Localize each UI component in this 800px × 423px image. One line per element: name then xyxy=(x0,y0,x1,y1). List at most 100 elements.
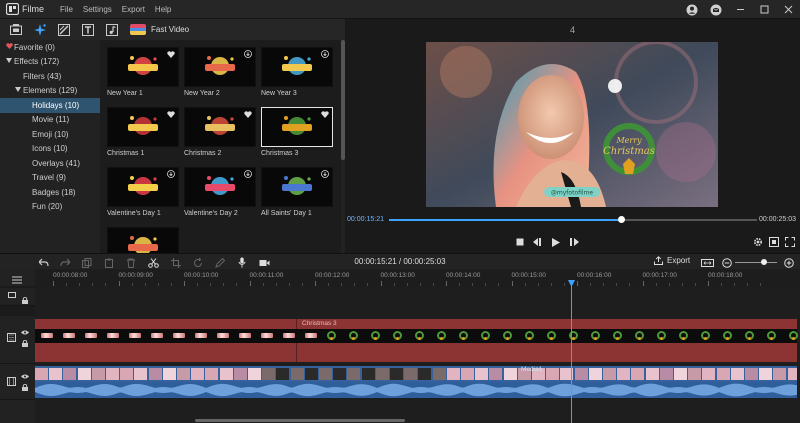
effects-icon[interactable] xyxy=(28,19,52,40)
music-icon[interactable] xyxy=(100,19,124,40)
timeline-zoom-slider[interactable] xyxy=(735,259,777,265)
sidebar-item[interactable]: Effects (172) xyxy=(0,55,100,70)
download-icon[interactable] xyxy=(321,50,329,58)
film-frame xyxy=(603,368,616,380)
film-frame xyxy=(418,368,432,380)
account-icon[interactable] xyxy=(680,0,704,19)
sidebar-item[interactable]: Holidays (10) xyxy=(0,98,100,113)
timeline-ruler[interactable]: 00:00:08:00 00:00:09:00 00:00:10:00 00:00:1… xyxy=(35,269,800,286)
seek-bar[interactable] xyxy=(389,216,757,223)
track-manager-icon[interactable] xyxy=(12,275,22,285)
visibility-eye-icon[interactable] xyxy=(20,327,30,337)
sidebar-item-label: Overlays (41) xyxy=(32,158,81,168)
effect-thumbnail[interactable] xyxy=(107,227,179,253)
download-icon[interactable] xyxy=(321,170,329,178)
effect-frame-wreath xyxy=(415,331,424,340)
menu-help[interactable]: Help xyxy=(155,5,171,14)
effect-clip[interactable]: Christmas 3 xyxy=(35,319,798,362)
sidebar-item[interactable]: Overlays (41) xyxy=(0,156,100,171)
sidebar-item[interactable]: Elements (129) xyxy=(0,84,100,99)
triangle-down-icon[interactable] xyxy=(6,58,14,65)
sidebar-item[interactable]: Favorite (0) xyxy=(0,40,100,55)
timeline-horizontal-scrollbar[interactable] xyxy=(195,419,405,422)
favorite-heart-icon[interactable] xyxy=(167,110,175,118)
download-icon[interactable] xyxy=(244,170,252,178)
sidebar-item-label: Fun (20) xyxy=(32,202,63,212)
sidebar-item-label: Icons (10) xyxy=(32,144,68,154)
zoom-slider-knob[interactable] xyxy=(761,259,767,265)
sidebar-item[interactable]: Icons (10) xyxy=(0,142,100,157)
seek-knob[interactable] xyxy=(617,216,625,223)
sidebar-item[interactable]: Fun (20) xyxy=(0,200,100,215)
fit-timeline-icon[interactable] xyxy=(700,257,714,268)
sidebar-item[interactable]: Filters (43) xyxy=(0,69,100,84)
snapshot-icon[interactable] xyxy=(768,236,780,248)
effect-thumbnail[interactable] xyxy=(184,47,256,87)
mail-icon[interactable] xyxy=(704,0,728,19)
effect-frame-wreath xyxy=(437,331,446,340)
text-icon[interactable] xyxy=(76,19,100,40)
film-frame xyxy=(177,368,190,380)
triangle-down-icon[interactable] xyxy=(15,87,23,94)
fast-video-button[interactable]: Fast Video xyxy=(130,24,189,35)
video-preview[interactable]: Merry Christmas @myfotofilme xyxy=(426,42,718,207)
sidebar-item[interactable]: Emoji (10) xyxy=(0,127,100,142)
minimize-icon[interactable] xyxy=(728,0,752,19)
sidebar-item[interactable]: Movie (11) xyxy=(0,113,100,128)
effect-thumbnail[interactable] xyxy=(107,107,179,147)
menu-export[interactable]: Export xyxy=(122,5,145,14)
film-frame xyxy=(49,368,63,380)
empty-track[interactable] xyxy=(35,286,800,316)
zoom-in-icon[interactable] xyxy=(783,257,794,268)
lock-icon[interactable] xyxy=(20,338,30,348)
export-button[interactable]: Export xyxy=(654,256,690,265)
effect-thumbnail[interactable] xyxy=(107,47,179,87)
fullscreen-icon[interactable] xyxy=(784,236,796,248)
film-frame xyxy=(773,368,787,380)
zoom-out-icon[interactable] xyxy=(721,257,732,268)
favorite-heart-icon[interactable] xyxy=(321,110,329,118)
film-frame xyxy=(319,368,332,380)
media-icon[interactable] xyxy=(4,19,28,40)
film-frame xyxy=(134,368,148,380)
play-icon[interactable] xyxy=(550,236,562,248)
stop-icon[interactable] xyxy=(514,236,526,248)
effect-thumbnail[interactable] xyxy=(184,107,256,147)
close-icon[interactable] xyxy=(776,0,800,19)
current-time: 00:00:15:21 xyxy=(347,216,384,223)
settings-gear-icon[interactable] xyxy=(752,236,764,248)
maximize-icon[interactable] xyxy=(752,0,776,19)
video-clip[interactable]: Media1 xyxy=(35,366,797,398)
menu-settings[interactable]: Settings xyxy=(83,5,112,14)
empty-audio-track[interactable] xyxy=(35,400,800,423)
sidebar-item[interactable]: Travel (9) xyxy=(0,171,100,186)
download-icon[interactable] xyxy=(167,170,175,178)
step-back-icon[interactable] xyxy=(532,236,544,248)
empty-track-header xyxy=(0,288,35,306)
visibility-eye-icon[interactable] xyxy=(20,371,30,381)
step-forward-icon[interactable] xyxy=(569,236,581,248)
film-frame xyxy=(475,368,489,380)
effect-thumbnail[interactable] xyxy=(261,167,333,207)
sidebar-item[interactable]: Badges (18) xyxy=(0,185,100,200)
favorite-heart-icon[interactable] xyxy=(167,50,175,58)
download-icon[interactable] xyxy=(244,50,252,58)
fast-video-icon xyxy=(130,24,146,35)
media-clip-label: Media1 xyxy=(521,366,543,373)
effect-frame-text xyxy=(85,333,97,338)
playhead[interactable] xyxy=(571,282,572,423)
effect-thumbnail[interactable] xyxy=(107,167,179,207)
merry-text: Merry xyxy=(615,136,642,145)
sidebar-item-label: Favorite (0) xyxy=(14,42,55,52)
effect-thumbnail[interactable] xyxy=(184,167,256,207)
lock-icon[interactable] xyxy=(20,382,30,392)
effect-thumbnail[interactable] xyxy=(261,107,333,147)
effect-frame-text xyxy=(217,333,229,338)
transition-icon[interactable] xyxy=(52,19,76,40)
lock-icon[interactable] xyxy=(20,295,30,305)
menu-file[interactable]: File xyxy=(60,5,73,14)
effect-thumbnail[interactable] xyxy=(261,47,333,87)
favorite-heart-icon[interactable] xyxy=(244,110,252,118)
film-frame xyxy=(645,368,659,380)
film-frame xyxy=(432,368,446,380)
